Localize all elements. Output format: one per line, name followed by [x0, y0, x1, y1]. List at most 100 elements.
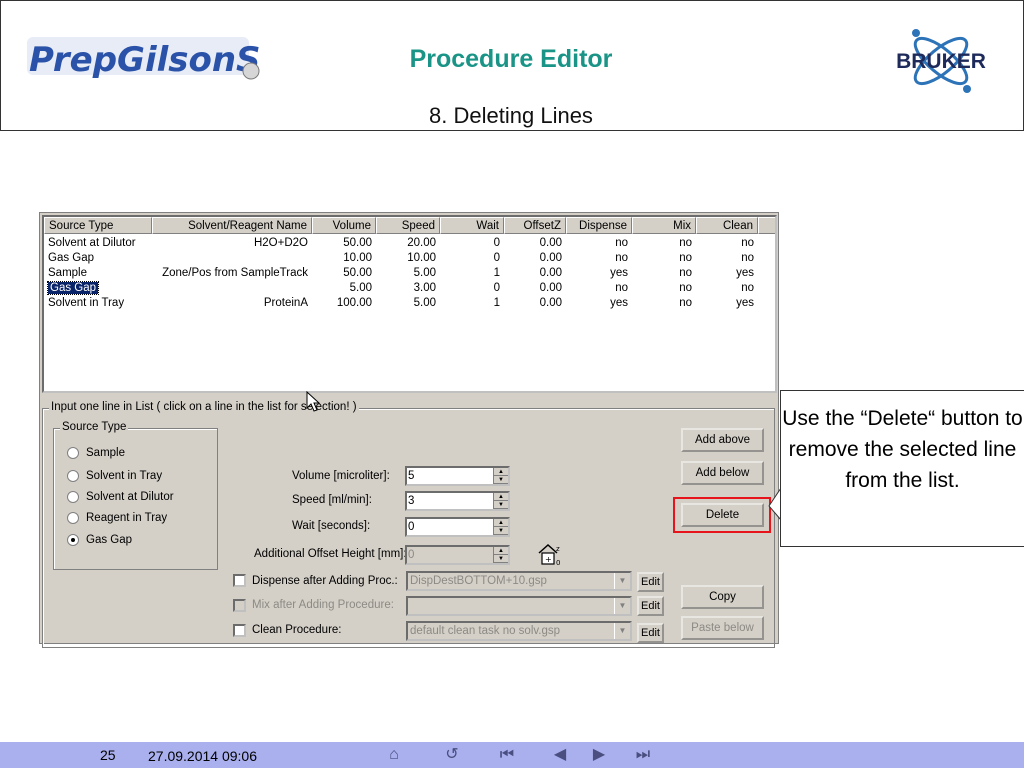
- return-icon[interactable]: ↺: [441, 745, 463, 765]
- volume-input[interactable]: ▲▼: [405, 466, 510, 486]
- col-offsetz[interactable]: OffsetZ: [504, 217, 566, 234]
- cell: 0.00: [539, 237, 562, 249]
- bruker-logo: BRUKER: [871, 21, 1011, 101]
- radio-solvent-in-tray[interactable]: Solvent in Tray: [67, 470, 162, 482]
- col-solvent-name[interactable]: Solvent/Reagent Name: [152, 217, 312, 234]
- offset-field[interactable]: [408, 548, 492, 562]
- col-source-type[interactable]: Source Type: [44, 217, 152, 234]
- last-slide-icon[interactable]: ⏭: [632, 745, 654, 765]
- edit-clean-button[interactable]: Edit: [637, 623, 664, 643]
- spin-up-icon[interactable]: ▲: [494, 519, 508, 527]
- table-row[interactable]: Gas Gap 10.00 10.00 0 0.00 no no no: [44, 251, 775, 266]
- table-row-selected[interactable]: Gas Gap 5.00 3.00 0 0.00 no no no: [44, 281, 775, 296]
- cell: no: [679, 237, 692, 249]
- slide-date: 27.09.2014 09:06: [148, 748, 257, 764]
- cell: 10.00: [407, 252, 436, 264]
- volume-field[interactable]: [408, 469, 492, 483]
- slide-footer: 25 27.09.2014 09:06 ⌂ ↺ ⏮ ◀ ▶ ⏭: [0, 742, 1024, 768]
- col-mix[interactable]: Mix: [632, 217, 696, 234]
- cell: Zone/Pos from SampleTrack: [162, 267, 308, 279]
- cell: 5.00: [413, 297, 436, 309]
- radio-sample[interactable]: Sample: [67, 447, 125, 459]
- offset-input[interactable]: ▲▼: [405, 545, 510, 565]
- radio-icon: [67, 491, 79, 503]
- spin-up-icon[interactable]: ▲: [494, 493, 508, 501]
- dispense-label: Dispense after Adding Proc.:: [252, 575, 398, 587]
- speed-spinner[interactable]: ▲ ▼: [493, 493, 508, 509]
- spin-down-icon[interactable]: ▼: [494, 501, 508, 509]
- offset-home-icon[interactable]: + z 0: [536, 541, 564, 567]
- add-above-button[interactable]: Add above: [681, 428, 764, 452]
- clean-checkbox[interactable]: [233, 624, 246, 637]
- offset-label: Additional Offset Height [mm]:: [254, 548, 407, 560]
- clean-procedure-select[interactable]: default clean task no solv.gsp ▼: [406, 621, 632, 641]
- speed-field[interactable]: [408, 494, 492, 508]
- cell: 5.00: [413, 267, 436, 279]
- source-type-label: Source Type: [60, 421, 129, 433]
- dropdown-arrow-icon[interactable]: ▼: [614, 598, 630, 614]
- callout-text: Use the “Delete“ button to remove the se…: [782, 407, 1023, 492]
- table-row[interactable]: Solvent in Tray ProteinA 100.00 5.00 1 0…: [44, 296, 775, 311]
- wait-spinner[interactable]: ▲ ▼: [493, 519, 508, 535]
- spin-up-icon[interactable]: ▲: [494, 547, 508, 555]
- col-dispense[interactable]: Dispense: [566, 217, 632, 234]
- cell: no: [679, 282, 692, 294]
- spin-up-icon[interactable]: ▲: [494, 468, 508, 476]
- spin-down-icon[interactable]: ▼: [494, 555, 508, 563]
- mouse-pointer-icon: [306, 391, 321, 412]
- spin-down-icon[interactable]: ▼: [494, 476, 508, 484]
- instruction-callout: Use the “Delete“ button to remove the se…: [780, 390, 1024, 547]
- offset-spinner[interactable]: ▲ ▼: [493, 547, 508, 563]
- radio-label: Solvent in Tray: [86, 470, 163, 482]
- logo-text: PrepGilsonST: [29, 40, 261, 80]
- copy-button[interactable]: Copy: [681, 585, 764, 609]
- cell: 3.00: [413, 282, 436, 294]
- col-wait[interactable]: Wait: [440, 217, 504, 234]
- dispense-procedure-select[interactable]: DispDestBOTTOM+10.gsp ▼: [406, 571, 632, 591]
- slide-title: Procedure Editor: [409, 45, 613, 73]
- col-speed[interactable]: Speed: [376, 217, 440, 234]
- bruker-text: BRUKER: [896, 50, 986, 73]
- paste-below-button[interactable]: Paste below: [681, 616, 764, 640]
- cell: Solvent in Tray: [48, 297, 125, 309]
- table-row[interactable]: Sample Zone/Pos from SampleTrack 50.00 5…: [44, 266, 775, 281]
- mix-checkbox[interactable]: [233, 599, 246, 612]
- radio-label: Sample: [86, 447, 125, 459]
- cell: 5.00: [349, 282, 372, 294]
- svg-text:+: +: [545, 555, 552, 564]
- cell: [152, 251, 312, 266]
- col-clean[interactable]: Clean: [696, 217, 758, 234]
- dispense-checkbox[interactable]: [233, 574, 246, 587]
- col-volume[interactable]: Volume: [312, 217, 376, 234]
- radio-solvent-at-dilutor[interactable]: Solvent at Dilutor: [67, 491, 174, 503]
- procedure-list[interactable]: Source Type Solvent/Reagent Name Volume …: [42, 215, 777, 393]
- cell: yes: [610, 267, 628, 279]
- previous-slide-icon[interactable]: ◀: [549, 745, 571, 765]
- cell: Sample: [48, 267, 87, 279]
- dropdown-arrow-icon[interactable]: ▼: [614, 623, 630, 639]
- cell: no: [741, 237, 754, 249]
- add-below-button[interactable]: Add below: [681, 461, 764, 485]
- home-icon[interactable]: ⌂: [383, 745, 405, 765]
- first-slide-icon[interactable]: ⏮: [496, 745, 518, 765]
- next-slide-icon[interactable]: ▶: [588, 745, 610, 765]
- radio-label: Reagent in Tray: [86, 512, 168, 524]
- radio-gas-gap[interactable]: Gas Gap: [67, 534, 132, 546]
- radio-reagent-in-tray[interactable]: Reagent in Tray: [67, 512, 167, 524]
- speed-input[interactable]: ▲▼: [405, 491, 510, 511]
- dropdown-arrow-icon[interactable]: ▼: [614, 573, 630, 589]
- spin-down-icon[interactable]: ▼: [494, 527, 508, 535]
- cell: no: [679, 297, 692, 309]
- dispense-value: DispDestBOTTOM+10.gsp: [410, 575, 547, 587]
- cell: Gas Gap: [46, 281, 100, 295]
- edit-dispense-button[interactable]: Edit: [637, 572, 664, 592]
- volume-spinner[interactable]: ▲ ▼: [493, 468, 508, 484]
- volume-label: Volume [microliter]:: [292, 470, 390, 482]
- radio-label: Solvent at Dilutor: [86, 491, 174, 503]
- edit-mix-button[interactable]: Edit: [637, 596, 664, 616]
- mix-procedure-select[interactable]: ▼: [406, 596, 632, 616]
- table-row[interactable]: Solvent at Dilutor H2O+D2O 50.00 20.00 0…: [44, 236, 775, 251]
- wait-field[interactable]: [408, 520, 492, 534]
- cell: no: [741, 252, 754, 264]
- wait-input[interactable]: ▲▼: [405, 517, 510, 537]
